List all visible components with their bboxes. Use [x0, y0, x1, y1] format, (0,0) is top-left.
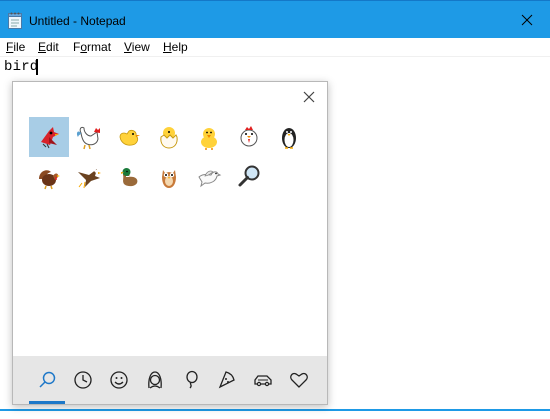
menu-file[interactable]: File	[6, 40, 25, 54]
cardinal-bird-icon	[41, 127, 59, 149]
category-recent-button[interactable]	[65, 356, 101, 404]
bottom-strip	[0, 411, 550, 419]
title-bar[interactable]: Untitled - Notepad	[0, 0, 550, 38]
emoji-eagle[interactable]	[69, 157, 109, 197]
emoji-magnifying-glass[interactable]	[229, 157, 269, 197]
eagle-icon	[78, 169, 101, 189]
rooster-icon	[76, 126, 100, 150]
window-close-button[interactable]	[504, 1, 550, 39]
emoji-penguin[interactable]	[269, 117, 309, 157]
emoji-rooster[interactable]	[69, 117, 109, 157]
emoji-panel	[12, 81, 328, 405]
emoji-category-bar	[13, 356, 327, 404]
emoji-cardinal-bird[interactable]	[29, 117, 69, 157]
menu-bar: File Edit Format View Help	[0, 38, 550, 57]
category-search-button[interactable]	[29, 356, 65, 404]
close-icon	[521, 14, 533, 26]
close-icon	[303, 91, 315, 103]
front-facing-baby-chick-icon	[201, 128, 217, 150]
balloon-icon	[186, 370, 198, 389]
turkey-icon	[39, 170, 60, 190]
category-symbols-button[interactable]	[281, 356, 317, 404]
menu-view[interactable]: View	[124, 40, 150, 54]
menu-edit[interactable]: Edit	[38, 40, 59, 54]
search-icon	[39, 371, 56, 388]
heart-icon	[290, 372, 308, 388]
active-category-indicator	[29, 401, 65, 404]
recent-icon	[74, 371, 92, 389]
people-icon	[148, 371, 162, 389]
text-caret	[36, 59, 38, 75]
menu-help[interactable]: Help	[163, 40, 188, 54]
pizza-icon	[218, 371, 235, 389]
window-title: Untitled - Notepad	[29, 14, 126, 28]
baby-chick-icon	[119, 129, 140, 146]
owl-icon	[162, 170, 176, 188]
editor-content: bird	[4, 59, 39, 75]
hatching-chick-icon	[160, 127, 178, 149]
emoji-chicken[interactable]	[229, 117, 269, 157]
emoji-owl[interactable]	[149, 157, 189, 197]
category-food-button[interactable]	[209, 356, 245, 404]
car-icon	[254, 375, 272, 387]
emoji-hatching-chick[interactable]	[149, 117, 189, 157]
emoji-panel-close-button[interactable]	[301, 89, 317, 105]
category-people-button[interactable]	[137, 356, 173, 404]
smiley-icon	[110, 371, 128, 389]
magnifying-glass-icon	[238, 165, 260, 187]
menu-format[interactable]: Format	[73, 40, 111, 54]
emoji-front-facing-baby-chick[interactable]	[189, 117, 229, 157]
chicken-icon	[240, 126, 258, 147]
duck-icon	[121, 168, 138, 187]
notepad-icon	[8, 12, 22, 29]
emoji-turkey[interactable]	[29, 157, 69, 197]
emoji-baby-chick[interactable]	[109, 117, 149, 157]
category-celebration-button[interactable]	[173, 356, 209, 404]
dove-icon	[198, 170, 222, 188]
penguin-icon	[282, 128, 296, 149]
category-travel-button[interactable]	[245, 356, 281, 404]
category-smileys-button[interactable]	[101, 356, 137, 404]
emoji-dove[interactable]	[189, 157, 229, 197]
emoji-duck[interactable]	[109, 157, 149, 197]
